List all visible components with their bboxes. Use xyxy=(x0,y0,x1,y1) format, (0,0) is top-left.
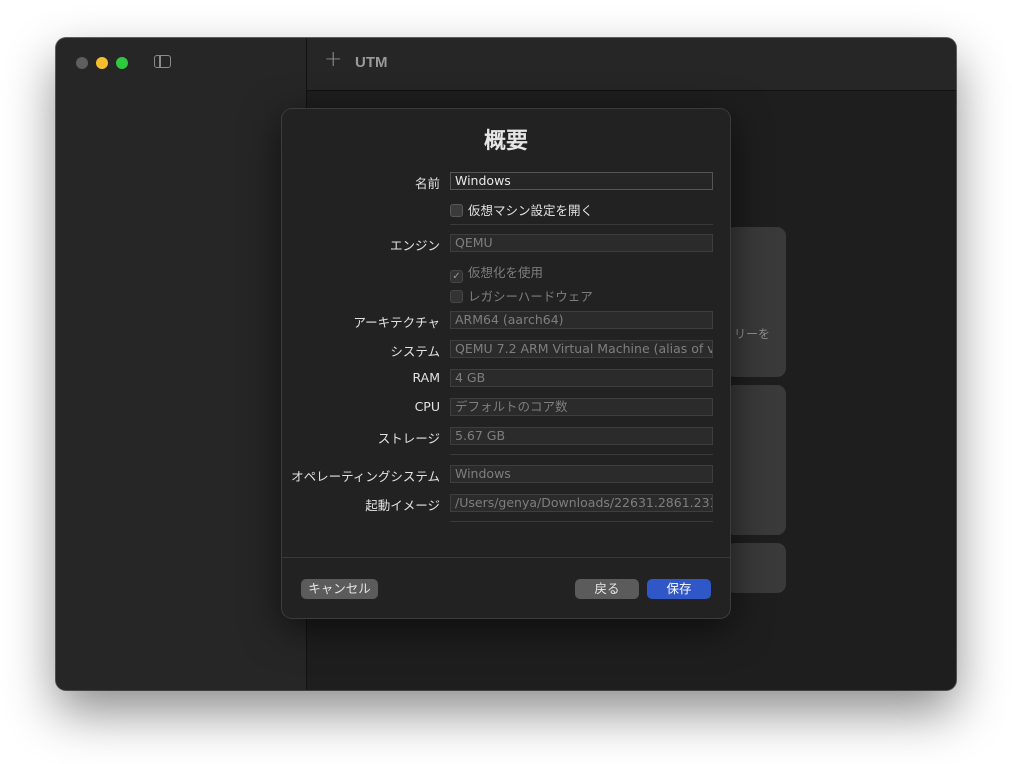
use-virtualization-checkbox: ✓ 仮想化を使用 xyxy=(450,262,543,283)
use-virtualization-label: 仮想化を使用 xyxy=(468,265,544,280)
engine-label: エンジン xyxy=(389,238,440,253)
name-field[interactable]: Windows xyxy=(450,172,713,190)
close-window-button[interactable] xyxy=(76,57,88,69)
system-field: QEMU 7.2 ARM Virtual Machine (alias of v… xyxy=(450,340,713,358)
divider xyxy=(450,454,713,455)
os-field: Windows xyxy=(450,465,713,483)
engine-field: QEMU xyxy=(450,234,713,252)
summary-dialog: 概要 名前 Windows 仮想マシン設定を開く エンジン QEMU ✓ 仮想化を… xyxy=(282,109,730,618)
background-card xyxy=(726,543,786,593)
background-card xyxy=(726,385,786,535)
cancel-button[interactable]: キャンセル xyxy=(301,579,378,599)
cpu-field: デフォルトのコア数 xyxy=(450,398,713,416)
legacy-hardware-label: レガシーハードウェア xyxy=(468,289,593,304)
storage-field: 5.67 GB xyxy=(450,427,713,445)
ram-label: RAM xyxy=(412,370,440,385)
architecture-field: ARM64 (aarch64) xyxy=(450,311,713,329)
open-settings-checkbox[interactable]: 仮想マシン設定を開く xyxy=(450,200,593,219)
architecture-label: アーキテクチャ xyxy=(353,315,440,330)
footer-divider xyxy=(282,557,730,558)
name-label: 名前 xyxy=(414,176,440,191)
sidebar-toggle-icon[interactable] xyxy=(154,55,171,68)
save-button[interactable]: 保存 xyxy=(647,579,711,599)
divider xyxy=(450,224,713,225)
open-settings-label: 仮想マシン設定を開く xyxy=(468,203,594,218)
minimize-window-button[interactable] xyxy=(96,57,108,69)
divider xyxy=(450,521,713,522)
checkbox-box xyxy=(450,204,463,217)
boot-image-label: 起動イメージ xyxy=(365,498,440,513)
summary-form: 名前 Windows 仮想マシン設定を開く エンジン QEMU ✓ 仮想化を使用 … xyxy=(282,109,730,539)
legacy-hardware-checkbox: レガシーハードウェア xyxy=(450,286,593,305)
boot-image-field: /Users/genya/Downloads/22631.2861.231204… xyxy=(450,494,713,512)
checkmark-icon: ✓ xyxy=(450,270,463,283)
storage-label: ストレージ xyxy=(377,431,440,446)
background-card-text: リーを xyxy=(734,327,771,341)
background-card xyxy=(726,227,786,377)
zoom-window-button[interactable] xyxy=(116,57,128,69)
ram-field: 4 GB xyxy=(450,369,713,387)
os-label: オペレーティングシステム xyxy=(291,469,440,484)
add-vm-plus-icon[interactable]: + xyxy=(324,49,342,71)
app-title: UTM xyxy=(355,54,388,71)
checkbox-box xyxy=(450,290,463,303)
sidebar xyxy=(56,38,307,690)
system-label: システム xyxy=(390,344,440,359)
cpu-label: CPU xyxy=(414,399,440,414)
back-button[interactable]: 戻る xyxy=(575,579,639,599)
toolbar: + UTM xyxy=(307,38,956,91)
